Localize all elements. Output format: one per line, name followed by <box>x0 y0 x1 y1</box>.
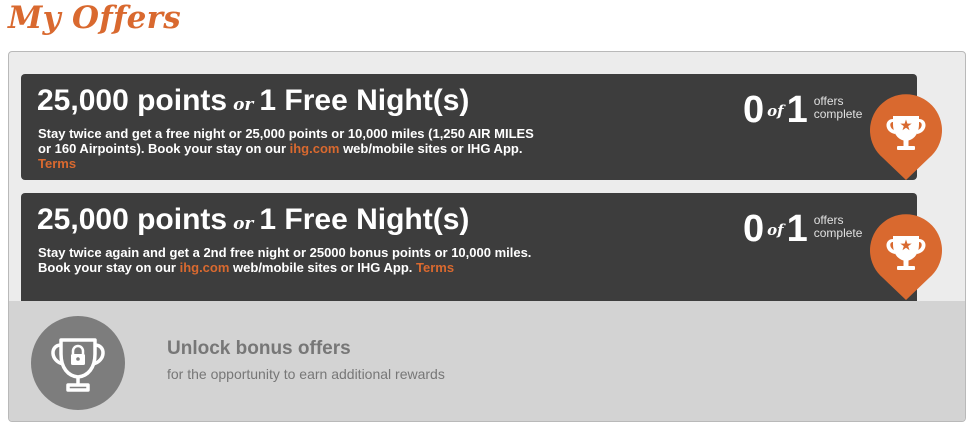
offer-description: Stay twice again and get a 2nd free nigh… <box>38 245 538 275</box>
offer-reward-points: 25,000 points <box>37 84 228 117</box>
offer-title: 25,000 points or 1 Free Night(s) <box>37 203 469 237</box>
trophy-star-icon <box>870 214 942 300</box>
progress-label: offers complete <box>813 212 863 240</box>
progress-label: offers complete <box>813 93 863 121</box>
progress-label-complete: complete <box>813 106 863 121</box>
offer-card: 25,000 points or 1 Free Night(s) Stay twic… <box>21 74 917 180</box>
ihg-link[interactable]: ihg.com <box>180 260 230 275</box>
bonus-title: Unlock bonus offers <box>167 338 351 359</box>
page-title: My Offers <box>8 0 182 36</box>
offer-reward-nights: 1 Free Night(s) <box>259 203 470 236</box>
progress-of: of <box>767 101 784 120</box>
bonus-badge <box>31 316 125 410</box>
offer-or: or <box>233 95 254 115</box>
offer-progress: 0 of1 offers complete <box>743 89 862 132</box>
progress-completed: 0 <box>743 89 765 131</box>
progress-label-offers: offers <box>813 212 844 227</box>
locked-trophy-icon <box>51 338 105 392</box>
progress-label-complete: complete <box>813 225 863 240</box>
progress-total: 1 <box>786 208 808 250</box>
offer-or: or <box>233 214 254 234</box>
offer-title: 25,000 points or 1 Free Night(s) <box>37 84 469 118</box>
bonus-offers-section: Unlock bonus offers for the opportunity … <box>9 301 965 421</box>
offer-description: Stay twice and get a free night or 25,00… <box>38 126 538 171</box>
offer-card: 25,000 points or 1 Free Night(s) Stay twic… <box>21 193 917 301</box>
progress-label-offers: offers <box>813 93 844 108</box>
terms-link[interactable]: Terms <box>416 260 454 275</box>
offer-reward-points: 25,000 points <box>37 203 228 236</box>
offer-description-text-2: web/mobile sites or IHG App. <box>339 141 523 156</box>
progress-total: 1 <box>786 89 808 131</box>
offers-panel: 25,000 points or 1 Free Night(s) Stay twic… <box>8 51 966 422</box>
ihg-link[interactable]: ihg.com <box>290 141 340 156</box>
offer-progress: 0 of1 offers complete <box>743 208 862 251</box>
terms-link[interactable]: Terms <box>38 156 76 171</box>
offer-reward-nights: 1 Free Night(s) <box>259 84 470 117</box>
trophy-star-icon <box>870 94 942 180</box>
offer-description-text-2: web/mobile sites or IHG App. <box>229 260 417 275</box>
progress-of: of <box>767 220 784 239</box>
bonus-subtitle: for the opportunity to earn additional r… <box>167 366 445 382</box>
progress-completed: 0 <box>743 208 765 250</box>
